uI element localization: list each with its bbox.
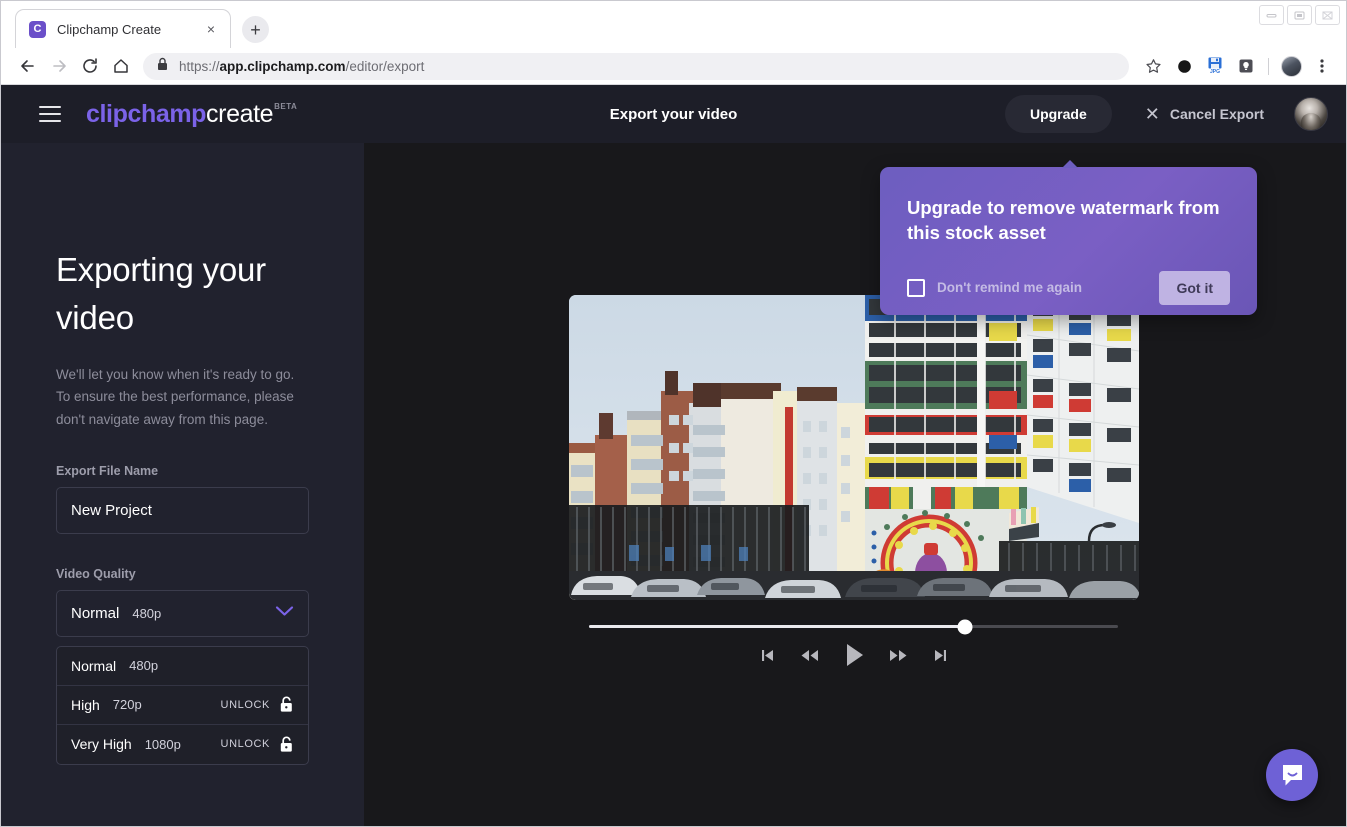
rewind-icon[interactable]	[800, 648, 819, 663]
window-controls	[1259, 5, 1340, 25]
forward-arrow-icon[interactable]	[44, 52, 73, 81]
chevron-down-icon[interactable]	[275, 604, 294, 622]
url-text: https://app.clipchamp.com/editor/export	[179, 59, 424, 74]
browser-window: C Clipchamp Create × + https://app.clipc…	[0, 0, 1347, 827]
address-bar[interactable]: https://app.clipchamp.com/editor/export	[143, 52, 1129, 80]
url-host: app.clipchamp.com	[219, 58, 346, 74]
home-icon[interactable]	[106, 52, 135, 81]
minimize-icon[interactable]	[1259, 5, 1284, 25]
clipchamp-app: clipchamp create BETA Export your video Up…	[1, 85, 1346, 826]
browser-toolbar: https://app.clipchamp.com/editor/export …	[1, 48, 1346, 85]
chat-bubble-icon	[1282, 764, 1302, 785]
fast-forward-icon[interactable]	[889, 648, 908, 663]
got-it-button[interactable]: Got it	[1159, 270, 1230, 305]
tab-strip: C Clipchamp Create × +	[1, 1, 269, 48]
app-logo[interactable]: clipchamp create BETA	[86, 100, 297, 129]
lightbulb-extension-icon[interactable]	[1232, 52, 1260, 80]
app-header: clipchamp create BETA Export your video Up…	[1, 85, 1346, 143]
preview-frame-image	[569, 295, 1139, 600]
reload-icon[interactable]	[75, 52, 104, 81]
logo-clipchamp: clipchamp	[86, 99, 207, 128]
quality-option-name: Very High	[71, 736, 132, 753]
tab-favicon-icon: C	[29, 20, 46, 38]
video-preview[interactable]	[569, 295, 1139, 600]
export-file-name-label: Export File Name	[56, 463, 159, 478]
skip-to-end-icon[interactable]	[933, 648, 948, 663]
scrubber-progress-fill	[589, 625, 965, 628]
unlock-label: UNLOCK	[220, 738, 270, 751]
browser-tab[interactable]: C Clipchamp Create ×	[15, 9, 231, 48]
dark-circle-extension-icon[interactable]	[1170, 52, 1198, 80]
toolbar-divider	[1268, 57, 1269, 75]
playback-scrubber[interactable]	[589, 619, 1118, 634]
back-arrow-icon[interactable]	[13, 52, 42, 81]
popover-title: Upgrade to remove watermark from this st…	[907, 197, 1220, 244]
cancel-export-label: Cancel Export	[1169, 106, 1264, 122]
dont-remind-label: Don't remind me again	[937, 280, 1082, 296]
unlock-label: UNLOCK	[220, 698, 270, 711]
selected-quality-resolution: 480p	[132, 605, 162, 621]
maximize-icon[interactable]	[1287, 5, 1312, 25]
quality-option-very-high[interactable]: Very High 1080p UNLOCK	[57, 725, 308, 764]
browser-profile-avatar[interactable]	[1277, 52, 1305, 80]
intercom-chat-launcher[interactable]	[1266, 749, 1318, 801]
browser-menu-icon[interactable]	[1308, 52, 1336, 80]
video-quality-dropdown: Normal 480p High 720p UNLOCK Very High 1…	[56, 645, 309, 765]
quality-option-normal[interactable]: Normal 480p	[57, 647, 308, 686]
quality-option-resolution: 480p	[129, 658, 159, 674]
dont-remind-checkbox[interactable]	[907, 278, 925, 297]
jpg-save-extension-icon[interactable]: JPG	[1201, 52, 1229, 80]
playback-controls	[589, 643, 1118, 667]
padlock-icon	[279, 696, 294, 713]
bookmark-star-icon[interactable]	[1139, 52, 1167, 80]
exporting-subtext: We'll let you know when it's ready to go…	[56, 366, 295, 427]
close-icon[interactable]	[1315, 5, 1340, 25]
upgrade-button[interactable]: Upgrade	[1004, 95, 1112, 133]
quality-option-resolution: 720p	[112, 697, 142, 713]
lock-icon	[156, 57, 169, 76]
export-sidebar: Exporting your video We'll let you know …	[1, 143, 364, 826]
user-avatar[interactable]	[1294, 97, 1328, 131]
browser-titlebar: C Clipchamp Create × +	[1, 1, 1346, 48]
skip-to-start-icon[interactable]	[760, 648, 775, 663]
quality-option-high[interactable]: High 720p UNLOCK	[57, 686, 308, 725]
url-path: /editor/export	[345, 58, 425, 74]
selected-quality-name: Normal	[71, 604, 120, 622]
quality-option-name: Normal	[71, 657, 117, 674]
close-icon: ✕	[1144, 104, 1160, 124]
cancel-export-button[interactable]: ✕ Cancel Export	[1145, 105, 1264, 123]
tab-title: Clipchamp Create	[57, 21, 162, 37]
play-icon[interactable]	[844, 643, 864, 667]
hamburger-menu-icon[interactable]	[39, 106, 61, 122]
url-scheme: https://	[179, 58, 220, 74]
quality-option-name: High	[71, 696, 100, 713]
tab-close-icon[interactable]: ×	[202, 20, 220, 38]
exporting-heading: Exporting your video	[56, 251, 266, 336]
popover-actions: Don't remind me again Got it	[907, 270, 1230, 305]
header-actions: Upgrade ✕ Cancel Export	[1004, 95, 1328, 133]
padlock-icon	[279, 736, 294, 753]
logo-beta-badge: BETA	[274, 101, 298, 111]
upgrade-watermark-popover: Upgrade to remove watermark from this st…	[880, 160, 1257, 315]
logo-create: create	[206, 99, 274, 128]
video-quality-select[interactable]: Normal 480p	[56, 589, 309, 637]
quality-option-resolution: 1080p	[144, 736, 181, 752]
video-preview-wrapper	[569, 295, 1139, 600]
scrubber-handle[interactable]	[957, 619, 973, 634]
toolbar-icons: JPG	[1139, 52, 1336, 80]
new-tab-button[interactable]: +	[242, 16, 269, 43]
export-file-name-input[interactable]	[56, 486, 309, 534]
video-quality-label: Video Quality	[56, 566, 136, 581]
